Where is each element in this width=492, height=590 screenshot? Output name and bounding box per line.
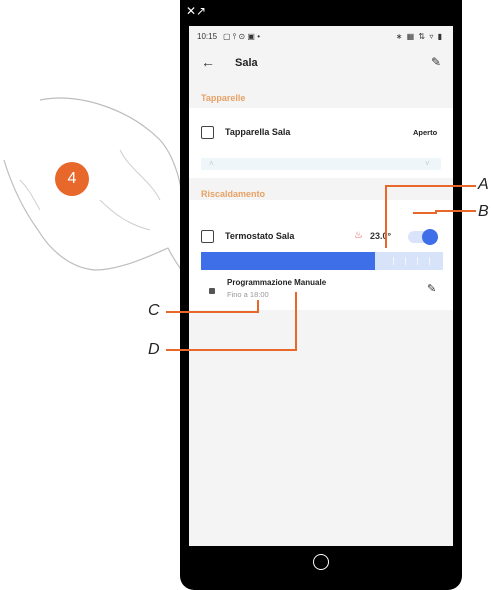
callout-b: B <box>478 203 489 220</box>
callout-d: D <box>148 341 160 358</box>
callout-c: C <box>148 302 160 319</box>
callout-a: A <box>478 176 489 193</box>
callout-lines <box>166 185 476 351</box>
step-badge: 4 <box>55 162 89 196</box>
